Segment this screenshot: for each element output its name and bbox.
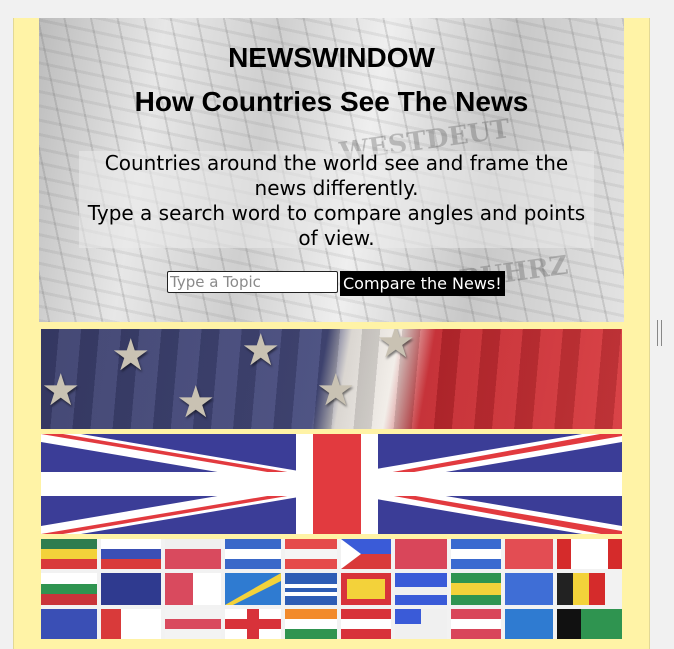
star-icon: ★ xyxy=(376,329,416,368)
brand-title: NEWSWINDOW xyxy=(228,42,435,73)
star-icon: ★ xyxy=(241,329,281,376)
topic-search-input[interactable] xyxy=(167,271,338,293)
compare-news-button[interactable]: Compare the News! xyxy=(340,271,505,296)
search-form: Compare the News! xyxy=(167,271,505,296)
hero-banner: WESTDEUT RUHRZ NEWSWINDOW How Countries … xyxy=(39,18,624,322)
usa-flag-banner[interactable]: ★ ★ ★ ★ ★ ★ xyxy=(41,329,622,429)
star-icon: ★ xyxy=(176,377,216,428)
star-icon: ★ xyxy=(41,365,81,416)
description-box: Countries around the world see and frame… xyxy=(79,151,594,250)
star-icon: ★ xyxy=(316,365,356,416)
page-subtitle: How Countries See The News xyxy=(134,86,529,117)
world-flags-icon xyxy=(41,539,622,639)
description-line-1: Countries around the world see and frame… xyxy=(104,151,569,200)
uk-flag-banner[interactable] xyxy=(41,434,622,534)
world-flags-banner[interactable] xyxy=(41,539,622,639)
star-icon: ★ xyxy=(111,330,151,381)
uk-flag-icon xyxy=(41,434,622,534)
description-line-2: Type a search word to compare angles and… xyxy=(87,201,586,250)
resize-handle[interactable] xyxy=(657,320,662,346)
